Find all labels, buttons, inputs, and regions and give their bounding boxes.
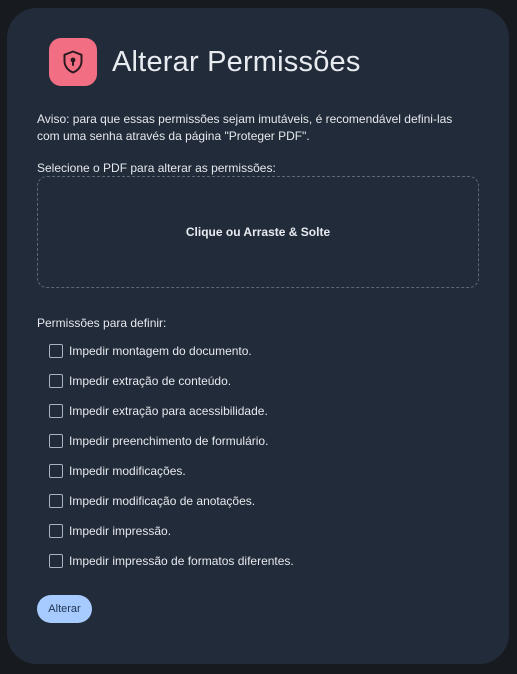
permission-item[interactable]: Impedir preenchimento de formulário.	[49, 426, 294, 456]
permission-item[interactable]: Impedir impressão.	[49, 516, 294, 546]
file-select-label: Selecione o PDF para alterar as permissõ…	[37, 161, 276, 175]
permission-checkbox[interactable]	[49, 494, 63, 508]
shield-lock-icon	[49, 38, 97, 86]
permissions-card: Alterar Permissões Aviso: para que essas…	[7, 8, 509, 664]
page-title: Alterar Permissões	[112, 45, 361, 78]
permission-item[interactable]: Impedir extração para acessibilidade.	[49, 396, 294, 426]
permission-checkbox[interactable]	[49, 464, 63, 478]
notice-text: Aviso: para que essas permissões sejam i…	[37, 112, 453, 143]
file-dropzone[interactable]: Clique ou Arraste & Solte	[37, 176, 479, 288]
permission-checkbox[interactable]	[49, 344, 63, 358]
permission-label: Impedir impressão.	[69, 524, 172, 538]
permission-label: Impedir modificações.	[69, 464, 186, 478]
permission-checkbox[interactable]	[49, 554, 63, 568]
permission-label: Impedir extração de conteúdo.	[69, 374, 232, 388]
permission-checkbox[interactable]	[49, 524, 63, 538]
permission-checkbox[interactable]	[49, 434, 63, 448]
permission-label: Impedir modificação de anotações.	[69, 494, 256, 508]
permission-label: Impedir montagem do documento.	[69, 344, 252, 358]
permissions-list: Impedir montagem do documento. Impedir e…	[49, 336, 294, 576]
permission-label: Impedir impressão de formatos diferentes…	[69, 554, 294, 568]
permission-checkbox[interactable]	[49, 404, 63, 418]
page-header: Alterar Permissões	[49, 38, 361, 86]
permission-label: Impedir preenchimento de formulário.	[69, 434, 269, 448]
permission-item[interactable]: Impedir impressão de formatos diferentes…	[49, 546, 294, 576]
permission-label: Impedir extração para acessibilidade.	[69, 404, 268, 418]
alterar-button[interactable]: Alterar	[37, 595, 92, 623]
permission-checkbox[interactable]	[49, 374, 63, 388]
permission-item[interactable]: Impedir modificações.	[49, 456, 294, 486]
dropzone-text: Clique ou Arraste & Solte	[185, 225, 331, 239]
permissions-label: Permissões para definir:	[37, 316, 167, 330]
permission-item[interactable]: Impedir montagem do documento.	[49, 336, 294, 366]
shield-lock-icon-svg	[63, 50, 83, 74]
permission-item[interactable]: Impedir modificação de anotações.	[49, 486, 294, 516]
permission-item[interactable]: Impedir extração de conteúdo.	[49, 366, 294, 396]
